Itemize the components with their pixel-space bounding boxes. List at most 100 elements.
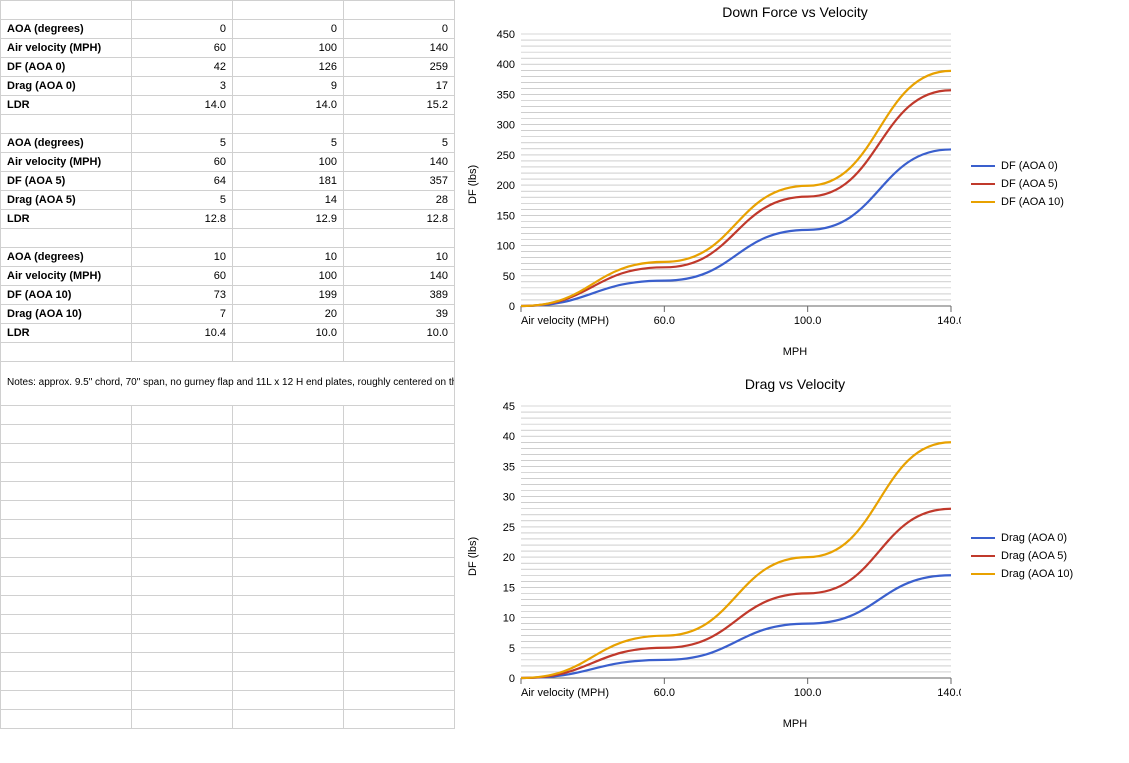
cell[interactable]: 12.8 [132,210,233,229]
cell[interactable]: Air velocity (MPH) [1,39,132,58]
cell[interactable]: 10.0 [233,324,344,343]
cell[interactable] [343,577,454,596]
cell[interactable] [132,425,233,444]
chart-drag[interactable]: Drag vs Velocity DF (lbs) 05101520253035… [465,372,1125,730]
cell[interactable]: 5 [343,134,454,153]
cell[interactable]: AOA (degrees) [1,248,132,267]
cell[interactable] [343,115,454,134]
cell[interactable] [343,558,454,577]
cell[interactable] [1,577,132,596]
cell[interactable] [132,653,233,672]
cell[interactable]: 15.2 [343,96,454,115]
cell[interactable] [132,691,233,710]
cell[interactable]: 100 [233,267,344,286]
cell[interactable]: DF (AOA 10) [1,286,132,305]
cell[interactable] [1,1,132,20]
cell[interactable] [233,229,344,248]
cell[interactable] [132,115,233,134]
cell[interactable] [132,634,233,653]
cell[interactable]: 0 [343,20,454,39]
cell[interactable]: 42 [132,58,233,77]
cell[interactable]: 5 [132,191,233,210]
chart-downforce[interactable]: Down Force vs Velocity DF (lbs) 05010015… [465,0,1125,358]
cell[interactable] [132,501,233,520]
cell[interactable]: Air velocity (MPH) [1,153,132,172]
cell[interactable]: 64 [132,172,233,191]
cell[interactable] [343,501,454,520]
cell[interactable]: DF (AOA 0) [1,58,132,77]
cell[interactable] [233,615,344,634]
cell[interactable] [132,539,233,558]
cell[interactable]: 39 [343,305,454,324]
cell[interactable]: 0 [233,20,344,39]
cell[interactable]: 357 [343,172,454,191]
cell[interactable]: 100 [233,39,344,58]
cell[interactable] [233,596,344,615]
cell[interactable] [343,520,454,539]
cell[interactable] [132,520,233,539]
cell[interactable]: Drag (AOA 0) [1,77,132,96]
cell[interactable] [132,406,233,425]
cell[interactable]: 199 [233,286,344,305]
cell[interactable] [233,501,344,520]
cell[interactable] [343,444,454,463]
cell[interactable]: 10.4 [132,324,233,343]
cell[interactable] [1,482,132,501]
cell[interactable] [1,406,132,425]
cell[interactable]: 5 [233,134,344,153]
cell[interactable] [233,406,344,425]
cell[interactable]: 10 [233,248,344,267]
cell[interactable] [233,444,344,463]
cell[interactable]: AOA (degrees) [1,20,132,39]
cell[interactable]: Drag (AOA 5) [1,191,132,210]
cell[interactable] [132,444,233,463]
cell[interactable] [343,406,454,425]
notes-cell[interactable]: Notes: approx. 9.5" chord, 70" span, no … [1,362,455,406]
cell[interactable] [233,710,344,729]
cell[interactable]: LDR [1,96,132,115]
cell[interactable] [1,691,132,710]
cell[interactable] [233,1,344,20]
cell[interactable]: 5 [132,134,233,153]
cell[interactable]: 12.9 [233,210,344,229]
cell[interactable]: LDR [1,210,132,229]
cell[interactable] [233,463,344,482]
cell[interactable]: 10 [132,248,233,267]
cell[interactable]: 12.8 [343,210,454,229]
cell[interactable] [343,596,454,615]
cell[interactable]: 140 [343,153,454,172]
cell[interactable] [233,425,344,444]
cell[interactable]: 389 [343,286,454,305]
cell[interactable]: AOA (degrees) [1,134,132,153]
cell[interactable] [343,539,454,558]
cell[interactable]: 10.0 [343,324,454,343]
cell[interactable]: DF (AOA 5) [1,172,132,191]
cell[interactable] [1,343,132,362]
cell[interactable] [1,444,132,463]
cell[interactable]: LDR [1,324,132,343]
cell[interactable] [343,229,454,248]
cell[interactable] [132,463,233,482]
cell[interactable] [343,425,454,444]
cell[interactable] [1,558,132,577]
cell[interactable] [132,229,233,248]
cell[interactable]: 259 [343,58,454,77]
cell[interactable] [343,710,454,729]
cell[interactable] [132,1,233,20]
cell[interactable] [1,501,132,520]
cell[interactable] [233,577,344,596]
cell[interactable] [1,539,132,558]
cell[interactable]: 140 [343,39,454,58]
cell[interactable] [343,343,454,362]
cell[interactable]: 28 [343,191,454,210]
cell[interactable] [1,463,132,482]
cell[interactable]: 17 [343,77,454,96]
cell[interactable] [1,672,132,691]
cell[interactable]: 14 [233,191,344,210]
cell[interactable] [343,653,454,672]
cell[interactable] [343,463,454,482]
cell[interactable] [132,672,233,691]
cell[interactable]: 181 [233,172,344,191]
cell[interactable] [343,482,454,501]
cell[interactable]: 9 [233,77,344,96]
